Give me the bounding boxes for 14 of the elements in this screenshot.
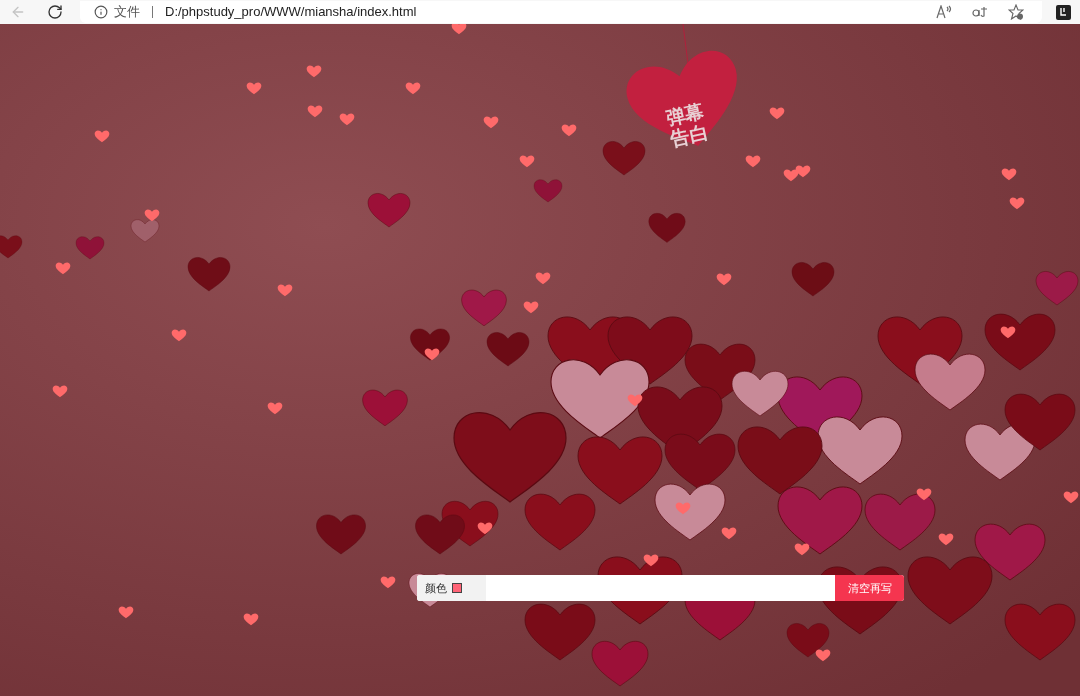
address-bar[interactable]: 文件 D:/phpstudy_pro/WWW/miansha/index.html bbox=[80, 1, 1042, 23]
color-swatch[interactable] bbox=[452, 583, 462, 593]
color-picker[interactable]: 颜色 bbox=[417, 575, 486, 601]
read-aloud-icon[interactable] bbox=[936, 5, 952, 19]
url-text: D:/phpstudy_pro/WWW/miansha/index.html bbox=[165, 3, 417, 22]
reload-icon bbox=[47, 4, 63, 20]
clear-rewrite-button[interactable]: 清空再写 bbox=[835, 575, 904, 601]
info-icon bbox=[94, 5, 108, 19]
color-label: 颜色 bbox=[425, 580, 447, 596]
site-label: 文件 bbox=[114, 3, 140, 22]
extension-icon[interactable] bbox=[1056, 4, 1071, 20]
favorite-star-icon[interactable] bbox=[1008, 4, 1024, 20]
sign-text: 弹幕 告白 bbox=[664, 100, 710, 150]
translate-icon[interactable] bbox=[972, 6, 988, 18]
